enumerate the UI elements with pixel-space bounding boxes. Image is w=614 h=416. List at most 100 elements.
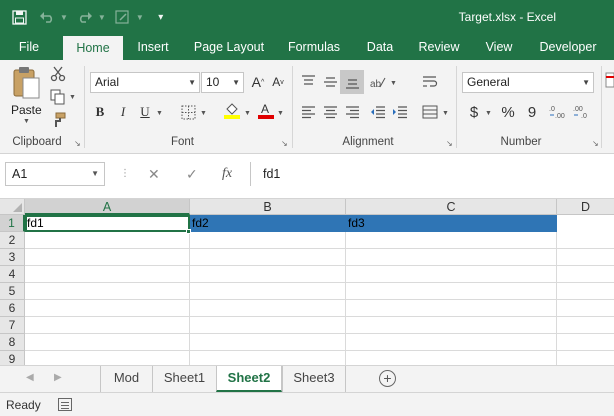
enter-icon[interactable]: ✓ bbox=[186, 166, 198, 183]
row-header-4[interactable]: 4 bbox=[0, 266, 25, 283]
row-header-9[interactable]: 9 bbox=[0, 351, 25, 365]
tab-review[interactable]: Review bbox=[415, 34, 463, 60]
copy-icon[interactable] bbox=[48, 87, 68, 107]
name-box[interactable]: A1 ▼ bbox=[5, 162, 105, 186]
tab-data[interactable]: Data bbox=[360, 34, 400, 60]
add-sheet-button[interactable]: + bbox=[379, 370, 396, 387]
bottom-align-icon[interactable] bbox=[340, 70, 364, 94]
scroll-right-icon[interactable]: ▶ bbox=[54, 372, 62, 383]
chevron-down-icon: ▼ bbox=[91, 169, 99, 178]
tab-file[interactable]: File bbox=[10, 34, 48, 60]
row-header-6[interactable]: 6 bbox=[0, 300, 25, 317]
paste-dropdown-icon[interactable]: ▼ bbox=[23, 118, 30, 125]
borders-icon[interactable] bbox=[178, 102, 198, 122]
orientation-icon[interactable]: ab bbox=[368, 72, 388, 92]
underline-dropdown-icon[interactable]: ▼ bbox=[156, 110, 163, 117]
currency-dropdown-icon[interactable]: ▼ bbox=[485, 110, 492, 117]
font-color-icon[interactable]: A bbox=[256, 100, 276, 120]
alignment-launcher-icon[interactable]: ↘ bbox=[446, 139, 453, 148]
row-header-5[interactable]: 5 bbox=[0, 283, 25, 300]
chevron-down-icon: ▼ bbox=[232, 78, 240, 87]
row-header-8[interactable]: 8 bbox=[0, 334, 25, 351]
divider bbox=[292, 66, 293, 148]
fill-color-icon[interactable] bbox=[222, 100, 242, 120]
formula-bar: A1 ▼ ⋮ ✕ ✓ fx fd1 bbox=[0, 154, 614, 199]
underline-button[interactable]: U bbox=[135, 102, 155, 122]
tab-page-layout[interactable]: Page Layout bbox=[190, 34, 268, 60]
cut-icon[interactable] bbox=[48, 64, 68, 84]
number-launcher-icon[interactable]: ↘ bbox=[592, 139, 599, 148]
font-size-select[interactable]: 10 ▼ bbox=[201, 72, 244, 93]
formula-input[interactable]: fd1 bbox=[250, 162, 614, 186]
format-painter-icon[interactable] bbox=[48, 110, 68, 130]
gridline bbox=[556, 215, 557, 365]
worksheet-grid[interactable]: A B C D 1 2 3 4 5 6 7 8 9 fd1 fd2 fd3 bbox=[0, 199, 614, 365]
fill-color-dropdown-icon[interactable]: ▼ bbox=[244, 110, 251, 117]
resize-handle-icon[interactable]: ⋮ bbox=[120, 168, 130, 179]
tab-formulas[interactable]: Formulas bbox=[283, 34, 345, 60]
top-align-icon[interactable] bbox=[298, 72, 318, 92]
scroll-left-icon[interactable]: ◀ bbox=[26, 372, 34, 383]
borders-dropdown-icon[interactable]: ▼ bbox=[200, 110, 207, 117]
sheet-tab-mod[interactable]: Mod bbox=[100, 366, 152, 392]
sheet-tab-sheet2[interactable]: Sheet2 bbox=[216, 366, 282, 392]
decrease-font-icon[interactable]: Av bbox=[268, 72, 288, 92]
font-name-select[interactable]: Arial ▼ bbox=[90, 72, 200, 93]
column-header-a[interactable]: A bbox=[25, 199, 190, 215]
tab-view[interactable]: View bbox=[478, 34, 520, 60]
insert-function-button[interactable]: fx bbox=[222, 166, 232, 182]
align-left-icon[interactable] bbox=[298, 102, 318, 122]
percent-button[interactable]: % bbox=[498, 102, 518, 122]
clipboard-launcher-icon[interactable]: ↘ bbox=[74, 139, 81, 148]
tab-developer[interactable]: Developer bbox=[535, 34, 601, 60]
divider bbox=[84, 66, 85, 148]
wrap-text-icon[interactable] bbox=[420, 72, 440, 92]
sheet-tab-sheet1[interactable]: Sheet1 bbox=[152, 366, 216, 392]
decrease-indent-icon[interactable] bbox=[368, 102, 388, 122]
column-header-b[interactable]: B bbox=[190, 199, 346, 215]
bold-button[interactable]: B bbox=[90, 102, 110, 122]
cell-a1[interactable]: fd1 bbox=[25, 215, 190, 232]
svg-text:ab: ab bbox=[370, 79, 382, 89]
increase-decimal-icon[interactable]: .0.00 bbox=[548, 102, 568, 122]
paste-icon bbox=[13, 67, 40, 99]
gridline bbox=[25, 299, 614, 300]
row-header-7[interactable]: 7 bbox=[0, 317, 25, 334]
svg-text:.00: .00 bbox=[573, 106, 583, 113]
copy-dropdown-icon[interactable]: ▼ bbox=[69, 94, 76, 101]
gridline bbox=[25, 265, 614, 266]
italic-button[interactable]: I bbox=[113, 102, 133, 122]
row-header-2[interactable]: 2 bbox=[0, 232, 25, 249]
decrease-decimal-icon[interactable]: .00.0 bbox=[572, 102, 592, 122]
row-header-3[interactable]: 3 bbox=[0, 249, 25, 266]
title-bar: ▼ ▼ ▼ ▾ Target.xlsx - Excel bbox=[0, 0, 614, 34]
align-center-icon[interactable] bbox=[320, 102, 340, 122]
font-size-value: 10 bbox=[206, 75, 220, 89]
middle-align-icon[interactable] bbox=[320, 72, 340, 92]
font-launcher-icon[interactable]: ↘ bbox=[281, 139, 288, 148]
column-header-c[interactable]: C bbox=[346, 199, 557, 215]
merge-dropdown-icon[interactable]: ▼ bbox=[442, 110, 449, 117]
orientation-dropdown-icon[interactable]: ▼ bbox=[390, 80, 397, 87]
increase-font-icon[interactable]: A ^ bbox=[248, 72, 268, 92]
column-header-d[interactable]: D bbox=[557, 199, 614, 215]
tab-home[interactable]: Home bbox=[63, 36, 123, 60]
cell-b1[interactable]: fd2 bbox=[190, 215, 346, 232]
increase-indent-icon[interactable] bbox=[390, 102, 410, 122]
number-format-select[interactable]: General ▼ bbox=[462, 72, 594, 93]
tab-insert[interactable]: Insert bbox=[132, 34, 174, 60]
select-all-button[interactable] bbox=[0, 199, 25, 215]
cancel-icon[interactable]: ✕ bbox=[148, 166, 160, 183]
align-right-icon[interactable] bbox=[342, 102, 362, 122]
cell-c1[interactable]: fd3 bbox=[346, 215, 557, 232]
conditional-format-icon[interactable] bbox=[604, 70, 614, 90]
name-box-value: A1 bbox=[12, 167, 28, 181]
merge-center-icon[interactable] bbox=[420, 102, 440, 122]
sheet-tab-sheet3[interactable]: Sheet3 bbox=[282, 366, 346, 392]
paste-button[interactable]: Paste ▼ bbox=[8, 66, 44, 125]
font-color-dropdown-icon[interactable]: ▼ bbox=[277, 110, 284, 117]
row-header-1[interactable]: 1 bbox=[0, 215, 25, 232]
currency-button[interactable]: $ bbox=[464, 102, 484, 122]
comma-button[interactable]: 9 bbox=[522, 102, 542, 122]
macro-record-icon[interactable] bbox=[58, 398, 72, 411]
